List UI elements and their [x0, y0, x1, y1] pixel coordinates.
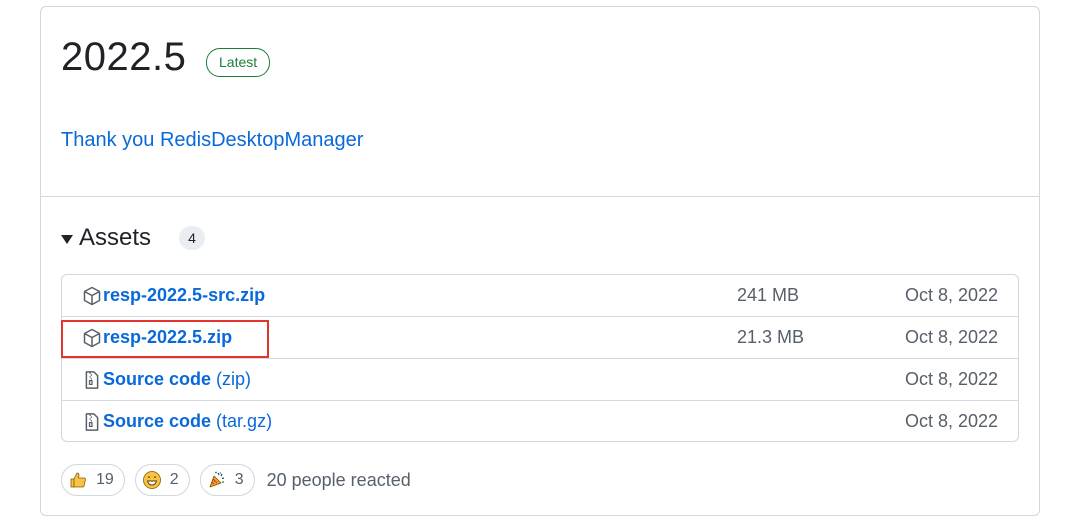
- release-notes-link[interactable]: Thank you RedisDesktopManager: [61, 129, 363, 152]
- release-header: 2022.5 Latest Thank you RedisDesktopMana…: [41, 7, 1039, 197]
- reaction-count: 2: [169, 471, 179, 488]
- assets-list: resp-2022.5-src.zip 241 MB Oct 8, 2022 r…: [61, 274, 1019, 442]
- reaction-tada[interactable]: 3: [199, 464, 255, 496]
- asset-size: 241 MB: [737, 285, 800, 305]
- asset-suffix: (zip): [216, 369, 252, 389]
- tada-icon: [209, 471, 224, 488]
- asset-suffix: (tar.gz): [216, 411, 273, 431]
- assets-heading: Assets: [79, 224, 152, 251]
- asset-name: Source code: [103, 369, 212, 389]
- smile-icon: [142, 471, 161, 489]
- reactions-summary: 20 people reacted: [266, 469, 411, 490]
- reaction-count: 3: [234, 471, 244, 488]
- asset-row: Source code (zip) Oct 8, 2022: [62, 359, 1018, 401]
- asset-date: Oct 8, 2022: [904, 285, 998, 305]
- assets-count-badge: 4: [179, 226, 206, 250]
- asset-name: Source code: [103, 411, 212, 431]
- file-zip-icon: [85, 412, 99, 431]
- package-icon: [83, 286, 101, 305]
- asset-row: resp-2022.5.zip 21.3 MB Oct 8, 2022: [62, 317, 1018, 359]
- asset-link[interactable]: Source code (tar.gz): [82, 401, 273, 441]
- latest-badge: Latest: [206, 48, 271, 77]
- asset-date: Oct 8, 2022: [904, 369, 998, 389]
- asset-row: resp-2022.5-src.zip 241 MB Oct 8, 2022: [62, 275, 1018, 317]
- package-icon: [83, 328, 101, 347]
- release-title[interactable]: 2022.5: [61, 35, 186, 80]
- caret-down-icon: [61, 234, 73, 244]
- asset-size: 21.3 MB: [737, 327, 805, 347]
- reactions-bar: 19 2 3 20 people reacted: [61, 464, 411, 496]
- asset-link[interactable]: Source code (zip): [82, 359, 251, 400]
- assets-toggle[interactable]: Assets 4: [61, 224, 206, 252]
- thumbs-up-icon: [70, 472, 86, 488]
- asset-row: Source code (tar.gz) Oct 8, 2022: [62, 401, 1018, 441]
- asset-name: resp-2022.5-src.zip: [103, 285, 266, 305]
- asset-link[interactable]: resp-2022.5.zip: [82, 317, 237, 358]
- reaction-count: 19: [96, 471, 114, 488]
- asset-name: resp-2022.5.zip: [103, 327, 233, 347]
- asset-date: Oct 8, 2022: [904, 411, 998, 431]
- reaction-smile[interactable]: 2: [134, 464, 190, 496]
- file-zip-icon: [85, 370, 99, 389]
- asset-link[interactable]: resp-2022.5-src.zip: [82, 275, 270, 316]
- reaction-thumbs-up[interactable]: 19: [61, 464, 125, 496]
- asset-date: Oct 8, 2022: [904, 327, 998, 347]
